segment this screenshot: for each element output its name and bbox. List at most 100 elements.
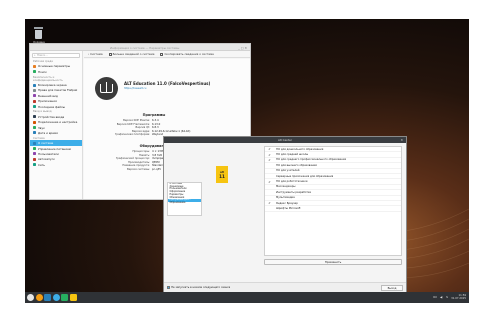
program-label: ПО для высшего образования [276, 163, 317, 167]
info-icon [108, 52, 112, 56]
sidebar-item-label: Звук [38, 125, 45, 130]
category-list: О системе Хранилище Пользователи Оформление… [167, 182, 202, 216]
apply-button[interactable]: Применить [264, 259, 402, 265]
os-website-link[interactable]: https://basealt.ru [124, 87, 146, 90]
alt-center-window: Alt Center ✕ alt 11 О системе Хранилище По… [163, 136, 407, 294]
sidebar-item[interactable]: Права для пакетов Flatpak [30, 88, 82, 93]
program-label: Мессенджеры [276, 185, 296, 189]
sidebar-item-icon [33, 99, 36, 103]
sidebar-item-label: Основные параметры [38, 64, 71, 69]
sidebar-item-label: Поиск [38, 69, 47, 74]
program-label: Серверные приложения для образования [276, 174, 334, 178]
program-checklist: ✔ ПО для дошкольного образования ✔ ПО для с… [264, 146, 402, 256]
sidebar-item-label: Подключение и настройка [38, 120, 78, 125]
copy-info-label: Скопировать сведения о системе [164, 52, 214, 56]
sidebar-item-icon [33, 70, 36, 74]
sidebar-item-icon [33, 115, 36, 119]
sidebar-item-icon [33, 157, 36, 161]
network-icon[interactable]: ⇅ [446, 296, 448, 299]
sidebar-item-label: Дата и время [38, 130, 58, 135]
program-label: Инструменты разработки [276, 190, 312, 194]
search-placeholder: Поиск... [37, 54, 48, 57]
program-label: Мультимедиа [276, 196, 295, 200]
sidebar-item-label: Устройства ввода [38, 114, 65, 119]
sidebar-item-icon [33, 152, 36, 156]
sidebar-item[interactable]: Сеть [30, 162, 82, 167]
alt-center-title: Alt Center [277, 138, 293, 142]
sidebar-item[interactable]: Подключение и настройка [30, 119, 82, 124]
trash-icon[interactable] [33, 27, 44, 40]
system-tray: RU ◀) ⇅ 11:59 31.07.2025 [433, 294, 466, 300]
category-item[interactable]: Образование [168, 201, 201, 205]
program-label: Яндекс Браузер [276, 201, 298, 205]
search-icon: ⌕ [34, 54, 36, 57]
copy-info-button[interactable]: Скопировать сведения о системе [160, 52, 214, 56]
program-item[interactable]: Шрифты Microsoft [265, 206, 401, 212]
os-name: ALT Education 11.0 (FalcoVespertinus) [124, 81, 211, 86]
checkmark-icon: ✔ [268, 201, 271, 206]
settings-sidebar: ⌕ Поиск... Рабочая среда Основные парамет… [30, 51, 83, 199]
sidebar-item-icon [33, 64, 36, 68]
info-key: Графическая платформа: [114, 133, 150, 137]
sidebar-item-label: Приложения [38, 99, 57, 104]
sidebar-item-label: Сеть [38, 162, 45, 167]
sidebar-item-label: О системе [38, 141, 54, 146]
sidebar-item-label: Последние файлы [38, 104, 65, 109]
program-label: ПО для дошкольного образования [276, 147, 324, 151]
alt-center-titlebar[interactable]: Alt Center ✕ [164, 137, 406, 143]
checkbox-checked-icon [167, 286, 170, 289]
back-label: Система [90, 52, 103, 56]
browser-icon[interactable] [35, 294, 43, 301]
startup-checkbox[interactable]: Не запускать в начале следующего сеанса [167, 286, 230, 289]
sidebar-item-icon [33, 83, 36, 87]
info-value: pc-q35 [152, 167, 161, 171]
info-value: Wayland [152, 133, 164, 137]
clock-date: 31.07.2025 [451, 297, 466, 301]
alt-logo-bottom: 11 [219, 173, 225, 179]
alt-logo-icon: alt 11 [216, 166, 228, 183]
more-info-button[interactable]: Больше сведений о системе [108, 52, 155, 56]
back-button[interactable]: ‹ Система [88, 52, 103, 56]
startup-checkbox-label: Не запускать в начале следующего сеанса [171, 286, 231, 289]
sidebar-item-icon [33, 141, 36, 145]
sidebar-item-label: Права для пакетов Flatpak [38, 88, 78, 93]
settings-icon[interactable] [52, 294, 60, 301]
settings-title: Информация о системе — Параметры системы [110, 45, 180, 50]
office-icon[interactable] [61, 294, 68, 301]
keyboard-layout-indicator[interactable]: RU [433, 296, 437, 299]
distro-logo-icon [95, 77, 118, 100]
checkmark-icon: ✔ [268, 147, 271, 152]
sidebar-item-icon [33, 105, 36, 109]
settings-titlebar[interactable]: Информация о системе — Параметры системы… [30, 44, 250, 51]
sidebar-item-label: Внешний вид [38, 93, 58, 98]
settings-toolbar: ‹ Система Больше сведений о системе Скоп… [84, 51, 250, 58]
checkmark-icon: ✔ [268, 179, 271, 184]
sidebar-item-icon [33, 147, 36, 150]
checkmark-icon: ✔ [268, 157, 271, 162]
more-info-label: Больше сведений о системе [112, 52, 155, 56]
back-arrow-icon: ‹ [88, 52, 90, 56]
exit-button[interactable]: Выход [381, 285, 403, 291]
checkmark-icon: ✔ [268, 152, 271, 157]
sidebar-item-icon [33, 126, 36, 130]
start-menu-icon[interactable] [27, 294, 34, 301]
sidebar-item-label: Управление питанием [38, 146, 71, 151]
taskbar: RU ◀) ⇅ 11:59 31.07.2025 [25, 292, 469, 303]
sidebar-item-icon [33, 94, 36, 98]
close-icon[interactable]: ✕ [400, 138, 403, 142]
desktop: Корзина Информация о системе — Параметры… [25, 19, 469, 303]
search-input[interactable]: ⌕ Поиск... [32, 52, 80, 58]
clock[interactable]: 11:59 31.07.2025 [451, 294, 466, 300]
files-icon[interactable] [44, 294, 51, 301]
sidebar-item-icon [33, 120, 36, 124]
program-label: ПО для робототехники [276, 180, 308, 184]
sidebar-item-label: Автозапуск [38, 157, 55, 162]
taskbar-launchers [27, 294, 77, 301]
sidebar-item-label: Блокировка экрана [38, 83, 67, 88]
window-controls[interactable]: _ □ ✕ [238, 46, 247, 50]
alt-center-icon[interactable] [69, 294, 77, 301]
program-label: ПО для среднего профессионального образо… [276, 158, 347, 162]
sidebar-item-label: Пользователи [38, 151, 59, 156]
software-heading: Программы [142, 113, 166, 117]
volume-icon[interactable]: ◀) [440, 296, 443, 299]
